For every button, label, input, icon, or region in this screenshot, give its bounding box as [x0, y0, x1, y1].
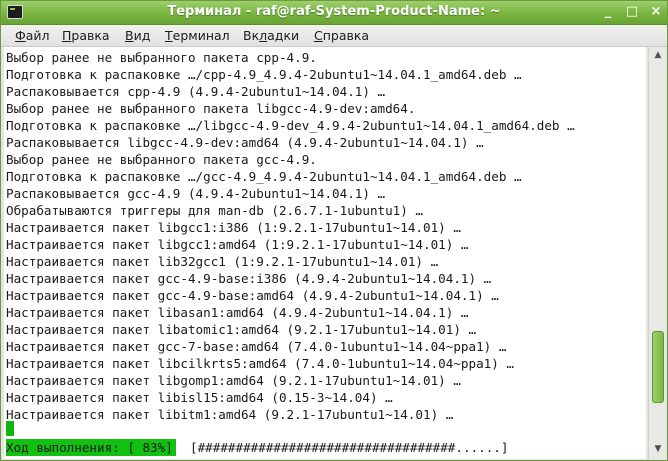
- terminal-line: Настраивается пакет libitm1:amd64 (9.2.1…: [6, 407, 454, 422]
- terminal-line: Выбор ранее не выбранного пакета libgcc-…: [6, 101, 416, 116]
- menu-view-label: ид: [133, 28, 151, 43]
- terminal-line: Обрабатываются триггеры для man-db (2.6.…: [6, 203, 424, 218]
- scroll-down-arrow-icon[interactable]: ▼: [652, 443, 664, 455]
- menu-tabs[interactable]: Вкладки: [243, 28, 299, 43]
- menu-terminal-label: ерминал: [172, 28, 230, 43]
- terminal-line: Выбор ранее не выбранного пакета gcc-4.9…: [6, 152, 317, 167]
- progress-label: Ход выполнения: [ 83%]: [6, 439, 176, 456]
- terminal-line: Распаковывается cpp-4.9 (4.9.4-2ubuntu1~…: [6, 84, 386, 99]
- terminal-line: Настраивается пакет libcilkrts5:amd64 (7…: [6, 356, 514, 371]
- menu-view[interactable]: Вид: [125, 28, 150, 43]
- terminal-line: Настраивается пакет libasan1:amd64 (4.9.…: [6, 305, 469, 320]
- terminal-line: Настраивается пакет libgcc1:amd64 (1:9.2…: [6, 237, 469, 252]
- scroll-up-arrow-icon[interactable]: ▲: [652, 49, 664, 61]
- window-title: Терминал - raf@raf-System-Product-Name: …: [167, 4, 501, 19]
- menu-edit[interactable]: Правка: [62, 28, 110, 43]
- terminal-line: Настраивается пакет gcc-4.9-base:amd64 (…: [6, 288, 499, 303]
- menu-file-label: айл: [25, 28, 50, 43]
- minimize-button[interactable]: _: [599, 3, 617, 21]
- menu-tabs-mnemonic: л: [259, 28, 268, 43]
- terminal-line: Распаковывается gcc-4.9 (4.9.4-2ubuntu1~…: [6, 186, 386, 201]
- terminal-line: Настраивается пакет lib32gcc1 (1:9.2.1-1…: [6, 254, 439, 269]
- vertical-scrollbar[interactable]: ▲ ▼: [648, 47, 667, 459]
- text-cursor: [6, 421, 14, 436]
- terminal-output[interactable]: Выбор ранее не выбранного пакета cpp-4.9…: [4, 47, 646, 459]
- menu-edit-mnemonic: П: [62, 28, 72, 43]
- terminal-line: Подготовка к распаковке …/libgcc-4.9-dev…: [6, 118, 575, 133]
- menu-view-mnemonic: В: [125, 28, 134, 43]
- terminal-line: Настраивается пакет libgomp1:amd64 (9.2.…: [6, 373, 461, 388]
- title-bar[interactable]: Терминал - raf@raf-System-Product-Name: …: [1, 1, 667, 25]
- scrollbar-thumb[interactable]: [652, 331, 664, 403]
- menu-terminal-mnemonic: Т: [165, 28, 173, 43]
- terminal-line: Выбор ранее не выбранного пакета cpp-4.9…: [6, 50, 317, 65]
- terminal-line: Настраивается пакет gcc-4.9-base:i386 (4…: [6, 271, 492, 286]
- terminal-line: Настраивается пакет libatomic1:amd64 (9.…: [6, 322, 477, 337]
- menu-file[interactable]: Файл: [15, 28, 50, 43]
- terminal-line: Подготовка к распаковке …/gcc-4.9_4.9.4-…: [6, 169, 522, 184]
- menu-tabs-label-start: Вк: [243, 28, 260, 43]
- menu-help-label: правка: [322, 28, 370, 43]
- menu-tabs-label-end: адки: [267, 28, 300, 43]
- menu-help[interactable]: Справка: [314, 28, 369, 43]
- terminal-window: Терминал - raf@raf-System-Product-Name: …: [0, 0, 668, 461]
- menu-terminal[interactable]: Терминал: [165, 28, 230, 43]
- terminal-line: Подготовка к распаковке …/cpp-4.9_4.9.4-…: [6, 67, 522, 82]
- progress-bar-text: [##################################.....…: [190, 440, 509, 455]
- terminal-line: Настраивается пакет libisl15:amd64 (0.15…: [6, 390, 393, 405]
- menu-edit-label: равка: [71, 28, 110, 43]
- terminal-line: Настраивается пакет libgcc1:i386 (1:9.2.…: [6, 220, 461, 235]
- menu-file-mnemonic: Ф: [15, 28, 26, 43]
- terminal-line: Настраивается пакет gcc-7-base:amd64 (7.…: [6, 339, 507, 354]
- maximize-button[interactable]: □: [623, 3, 641, 21]
- menu-help-mnemonic: С: [314, 28, 323, 43]
- terminal-line: Распаковывается libgcc-4.9-dev:amd64 (4.…: [6, 135, 484, 150]
- close-button[interactable]: ×: [647, 3, 665, 21]
- menu-bar: Файл Правка Вид Терминал Вкладки Справка: [1, 25, 667, 47]
